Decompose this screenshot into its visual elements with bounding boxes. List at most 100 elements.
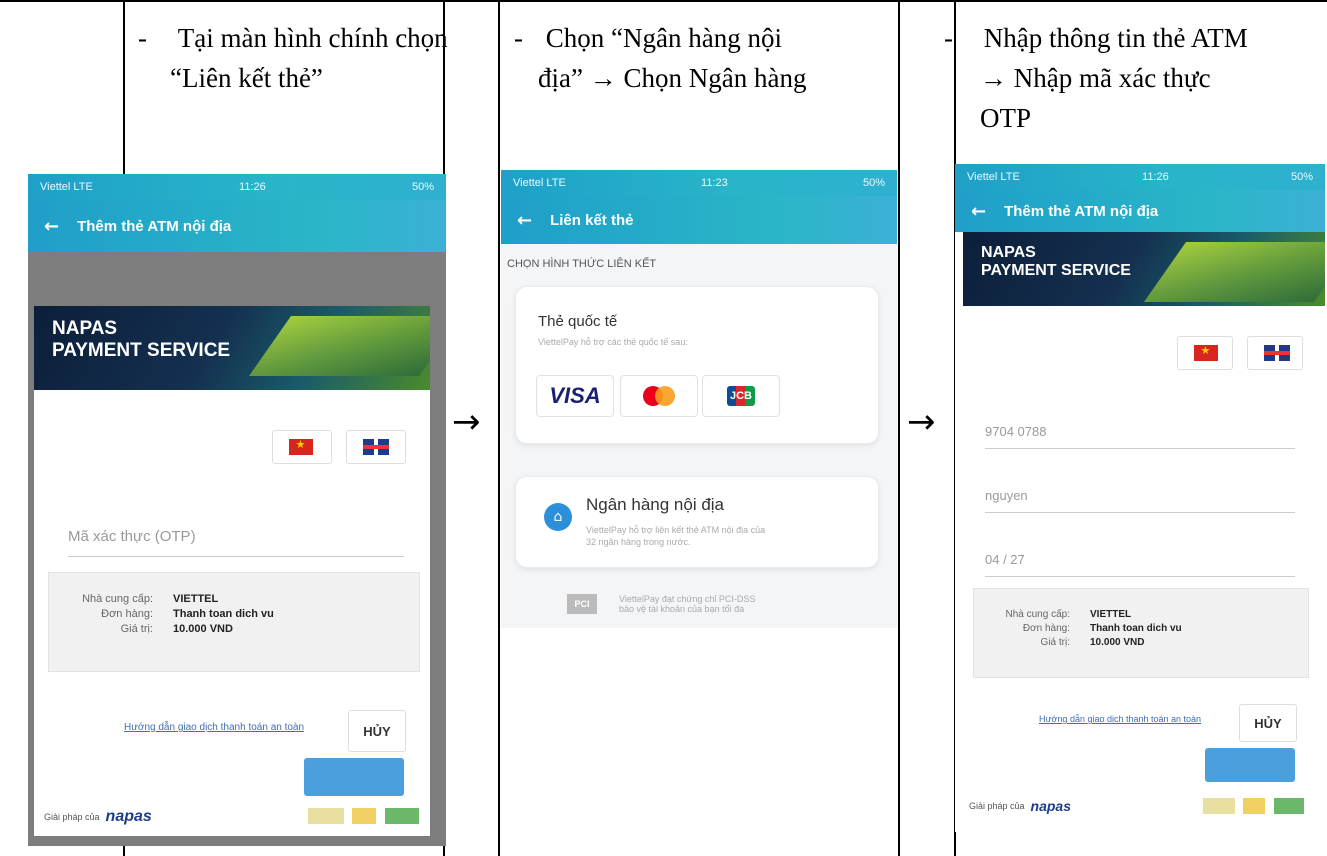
info-value: Thanh toan dich vu <box>173 608 274 620</box>
info-label: Nhà cung cấp: <box>1005 609 1071 620</box>
back-arrow-icon[interactable]: ← <box>971 201 986 222</box>
screen3-phone: Viettel LTE 11:26 50% ← Thêm thẻ ATM nội… <box>955 164 1325 832</box>
card-holder-input[interactable]: nguyen <box>985 488 1295 513</box>
battery-indicator: 50% <box>411 181 434 193</box>
bullet: - <box>944 23 953 53</box>
clock: 11:23 <box>701 177 728 189</box>
page-title: Thêm thẻ ATM nội địa <box>1004 202 1159 220</box>
expiry-input[interactable]: 04 / 27 <box>985 552 1295 577</box>
cancel-button[interactable]: HỦY <box>348 710 406 752</box>
napas-logo: napas <box>1030 798 1072 814</box>
info-label: Đơn hàng: <box>101 608 153 620</box>
screen2-phone: Viettel LTE 11:23 50% ← Liên kết thẻ CHỌ… <box>501 170 897 628</box>
jcb-logo: JCB <box>702 375 780 417</box>
pci-badge-icon: PCI <box>567 594 597 614</box>
banner-subtitle: PAYMENT SERVICE <box>52 340 231 361</box>
otp-input[interactable]: Mã xác thực (OTP) <box>68 528 404 557</box>
visa-logo: VISA <box>536 375 614 417</box>
security-badges <box>304 808 419 829</box>
option-subtitle: ViettelPay hỗ trợ liên kết thẻ ATM nội đ… <box>586 525 766 535</box>
bullet: - <box>138 23 147 53</box>
page-title: Liên kết thẻ <box>550 211 634 229</box>
screen1-phone: Viettel LTE 11:26 50% ← Thêm thẻ ATM nội… <box>28 174 446 846</box>
napas-banner: NAPAS PAYMENT SERVICE <box>963 232 1325 306</box>
info-value: 10.000 VND <box>1090 637 1145 648</box>
banner-title: NAPAS <box>981 244 1036 261</box>
footer: Giải pháp của napas <box>969 798 1071 814</box>
option-subtitle: 32 ngân hàng trong nước. <box>586 537 691 547</box>
footer: Giải pháp của napas <box>44 808 152 826</box>
back-arrow-icon[interactable]: ← <box>517 210 532 231</box>
napas-banner: NAPAS PAYMENT SERVICE <box>34 306 430 390</box>
table-top-border <box>0 0 1327 2</box>
order-info: Nhà cung cấp: VIETTEL Đơn hàng: Thanh toan… <box>973 588 1309 678</box>
clock: 11:26 <box>1142 171 1169 183</box>
caption-line: OTP <box>980 103 1032 133</box>
option-title: Ngân hàng nội địa <box>586 495 725 514</box>
battery-indicator: 50% <box>1290 171 1313 183</box>
app-bar: ← Liên kết thẻ <box>501 196 897 244</box>
vietnam-flag-icon[interactable] <box>271 430 332 464</box>
uk-flag-icon[interactable] <box>346 430 406 464</box>
security-badge-icon <box>1243 798 1266 814</box>
arrow-right-icon: → <box>452 402 481 442</box>
footer-prefix: Giải pháp của <box>44 812 100 822</box>
security-badge-icon <box>308 808 344 824</box>
carrier-label: Viettel LTE <box>40 181 93 193</box>
table-border <box>898 0 900 856</box>
security-badge-icon <box>352 808 377 824</box>
language-switcher <box>1167 336 1303 375</box>
banner-subtitle: PAYMENT SERVICE <box>981 262 1131 279</box>
bank-icon: ⌂ <box>544 503 572 531</box>
back-arrow-icon[interactable]: ← <box>44 216 59 237</box>
carrier-label: Viettel LTE <box>967 171 1020 183</box>
clock: 11:26 <box>239 181 266 193</box>
info-value: Thanh toan dich vu <box>1090 623 1182 634</box>
order-info: Nhà cung cấp: VIETTEL Đơn hàng: Thanh toan… <box>48 572 420 672</box>
info-value: VIETTEL <box>1090 609 1132 620</box>
pci-text: ViettelPay đạt chứng chỉ PCI-DSS bảo vệ … <box>619 594 756 614</box>
footer-prefix: Giải pháp của <box>969 801 1025 811</box>
security-badge-icon <box>1273 798 1304 814</box>
banner-title: NAPAS <box>52 318 118 339</box>
security-badge-icon <box>1203 798 1235 814</box>
app-bar: ← Thêm thẻ ATM nội địa <box>955 190 1325 232</box>
arrow-right-icon: → <box>907 402 936 442</box>
caption-line: Tại màn hình chính chọn <box>177 23 448 53</box>
vietnam-flag-icon[interactable] <box>1176 336 1233 370</box>
carrier-label: Viettel LTE <box>513 177 566 189</box>
card-number-input[interactable]: 9704 0788 <box>985 424 1295 449</box>
bullet: - <box>514 23 523 53</box>
caption-line: “Liên kết thẻ” <box>170 63 323 93</box>
caption-line: Chọn “Ngân hàng nội <box>545 23 782 53</box>
napas-logo: napas <box>105 808 152 825</box>
option-subtitle: ViettelPay hỗ trợ các thẻ quốc tế sau: <box>538 337 688 347</box>
uk-flag-icon[interactable] <box>1247 336 1303 370</box>
section-heading: CHỌN HÌNH THỨC LIÊN KẾT <box>507 258 657 270</box>
info-label: Nhà cung cấp: <box>82 593 153 605</box>
info-value: 10.000 VND <box>173 623 233 635</box>
safe-payment-guide-link[interactable]: Hướng dẫn giao dịch thanh toán an toàn <box>1039 714 1201 724</box>
international-card-option[interactable]: Thẻ quốc tế ViettelPay hỗ trợ các thẻ qu… <box>515 286 879 444</box>
caption-line: địa” → Chọn Ngân hàng <box>538 63 807 93</box>
security-badge-icon <box>384 808 419 824</box>
info-label: Đơn hàng: <box>1022 623 1070 634</box>
domestic-bank-option[interactable]: ⌂ Ngân hàng nội địa ViettelPay hỗ trợ li… <box>515 476 879 568</box>
confirm-button[interactable] <box>304 758 404 796</box>
battery-indicator: 50% <box>862 177 885 189</box>
option-title: Thẻ quốc tế <box>538 313 618 330</box>
table-border <box>498 0 500 856</box>
info-value: VIETTEL <box>173 593 219 605</box>
security-badges <box>1199 798 1304 819</box>
status-bar: Viettel LTE 11:26 50% <box>28 174 446 200</box>
step3-caption: - Nhập thông tin thẻ ATM → Nhập mã xác t… <box>944 18 1324 138</box>
safe-payment-guide-link[interactable]: Hướng dẫn giao dịch thanh toán an toàn <box>124 722 304 733</box>
info-label: Giá trị: <box>120 623 153 635</box>
page-title: Thêm thẻ ATM nội địa <box>77 217 232 235</box>
app-bar: ← Thêm thẻ ATM nội địa <box>28 200 446 252</box>
confirm-button[interactable] <box>1205 748 1295 782</box>
info-label: Giá trị: <box>1040 637 1070 648</box>
language-switcher <box>262 430 406 469</box>
step2-caption: - Chọn “Ngân hàng nội địa” → Chọn Ngân h… <box>514 18 806 98</box>
cancel-button[interactable]: HỦY <box>1239 704 1297 742</box>
